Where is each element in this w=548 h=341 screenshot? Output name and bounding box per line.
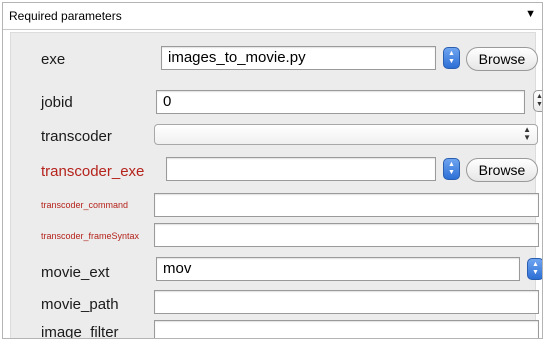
triangle-down-icon[interactable]: ▼ — [525, 8, 536, 20]
transcoder-exe-field[interactable] — [166, 157, 436, 181]
transcoder-framesyntax-field[interactable] — [154, 223, 539, 247]
parameters-form: exe images_to_movie.py ▲ ▼ Browse jobid 0… — [10, 32, 542, 339]
transcoder-exe-label: transcoder_exe — [41, 163, 145, 180]
jobid-label: jobid — [41, 94, 73, 111]
movie-ext-label: movie_ext — [41, 264, 110, 281]
section-title: Required parameters — [9, 9, 122, 23]
movie-ext-stepper-icon[interactable]: ▲ ▼ — [527, 258, 542, 280]
exe-stepper-icon[interactable]: ▲ ▼ — [443, 47, 460, 69]
transcoder-exe-browse-button[interactable]: Browse — [466, 158, 538, 182]
section-header[interactable]: Required parameters ▼ — [3, 3, 542, 30]
exe-browse-button[interactable]: Browse — [466, 47, 538, 71]
movie-path-label: movie_path — [41, 296, 119, 313]
exe-label: exe — [41, 51, 66, 68]
jobid-stepper-icon[interactable]: ▲ ▼ — [533, 90, 542, 112]
transcoder-command-label: transcoder_command — [41, 200, 129, 210]
movie-ext-field[interactable]: mov — [156, 257, 520, 281]
exe-field[interactable]: images_to_movie.py — [161, 46, 436, 70]
required-parameters-panel: Required parameters ▼ exe images_to_movi… — [2, 2, 543, 339]
transcoder-select[interactable]: ▲ ▼ — [154, 124, 538, 145]
transcoder-framesyntax-label: transcoder_frameSyntax — [41, 231, 140, 241]
movie-path-field[interactable] — [154, 290, 539, 314]
transcoder-command-field[interactable] — [154, 193, 539, 217]
transcoder-label: transcoder — [41, 128, 112, 145]
transcoder-exe-stepper-icon[interactable]: ▲ ▼ — [443, 158, 460, 180]
image-filter-label: image_filter — [41, 324, 119, 339]
image-filter-field[interactable] — [154, 320, 539, 338]
jobid-field[interactable]: 0 — [156, 90, 525, 114]
select-arrows-icon: ▲ ▼ — [523, 125, 531, 142]
